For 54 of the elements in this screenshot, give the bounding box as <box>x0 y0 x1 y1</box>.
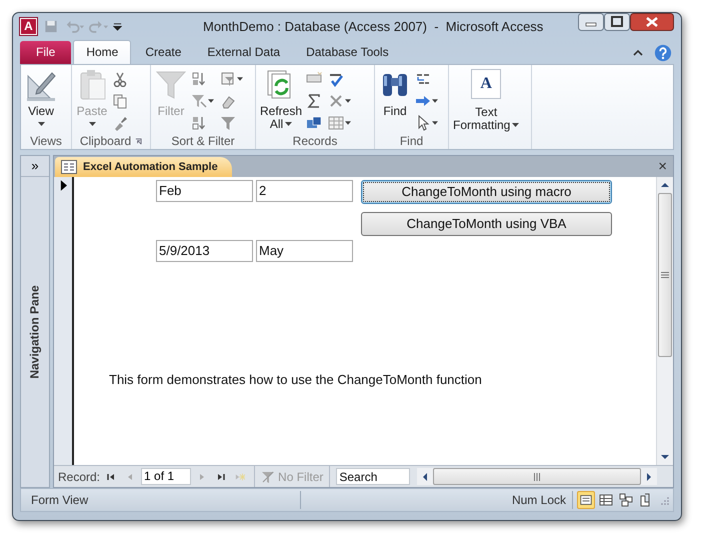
grip-icon[interactable] <box>534 472 540 481</box>
group-label: Clipboard <box>80 134 132 148</box>
record-position-field[interactable]: 1 of 1 <box>141 468 192 486</box>
view-button[interactable] <box>577 491 595 510</box>
status-text: Form View <box>31 493 88 508</box>
expand-toggle[interactable]: » <box>21 156 49 177</box>
minimize-button[interactable] <box>578 13 604 31</box>
advanced-filter-icon[interactable] <box>220 70 243 88</box>
window-title: MonthDemo : Database (Access 2007) - Microsoft Access <box>203 18 544 34</box>
maximize-button[interactable] <box>604 13 630 31</box>
text-format-icon: A <box>471 68 502 99</box>
last-record-icon[interactable] <box>216 472 226 482</box>
record-label: Record: <box>58 470 100 484</box>
ribbon-button[interactable]: Find <box>377 68 413 132</box>
group-label: Views <box>30 134 62 148</box>
ribbon-tab[interactable]: Create <box>133 40 194 64</box>
group-label: Sort & Filter <box>171 134 235 148</box>
ribbon-button[interactable]: A Text Formatting <box>451 68 522 132</box>
ribbon-button[interactable]: View <box>23 68 59 132</box>
document-tab[interactable]: Excel Automation Sample <box>55 156 232 177</box>
group-label: Records <box>292 134 338 148</box>
text-field[interactable]: 2 <box>256 180 353 202</box>
dialog-launcher-icon[interactable] <box>135 138 142 145</box>
text-field[interactable]: Feb <box>156 180 253 202</box>
app-logo[interactable]: A <box>20 18 37 35</box>
search-field[interactable]: Search <box>336 468 410 486</box>
grip-icon[interactable] <box>661 272 669 278</box>
command-button[interactable]: ChangeToMonth using VBA <box>361 212 612 236</box>
text-field[interactable]: 5/9/2013 <box>156 240 253 262</box>
close-button[interactable] <box>630 13 674 31</box>
ribbon-button[interactable]: Refresh All <box>258 68 304 132</box>
group-label: Find <box>400 134 424 148</box>
file-tab[interactable]: File <box>20 40 72 64</box>
ribbon-tab[interactable]: External Data <box>195 40 292 64</box>
navigation-pane-title[interactable]: Navigation Pane <box>28 285 42 379</box>
ribbon-tab[interactable]: Database Tools <box>294 40 401 64</box>
horizontal-scrollbar[interactable] <box>417 468 657 486</box>
current-record-icon <box>60 180 67 191</box>
num-lock-indicator: Num Lock <box>512 493 566 508</box>
funnel-icon <box>261 470 276 484</box>
description-text: This form demonstrates how to use the ChangeToMonth function <box>109 372 483 387</box>
form-icon <box>61 160 77 174</box>
text-field[interactable]: May <box>256 240 353 262</box>
help-icon[interactable] <box>654 44 672 62</box>
close-document-button[interactable]: × <box>658 158 667 175</box>
view-button[interactable] <box>617 491 635 510</box>
ribbon-tab[interactable]: Home <box>73 40 132 64</box>
copy-icon[interactable] <box>112 92 128 110</box>
resize-grip-icon[interactable] <box>659 495 669 506</box>
sum-icon[interactable] <box>306 92 322 110</box>
command-button[interactable]: ChangeToMonth using macro <box>361 180 612 204</box>
grid-icon[interactable] <box>328 114 352 132</box>
first-record-icon[interactable] <box>106 472 116 482</box>
vertical-scrollbar[interactable] <box>656 176 673 466</box>
